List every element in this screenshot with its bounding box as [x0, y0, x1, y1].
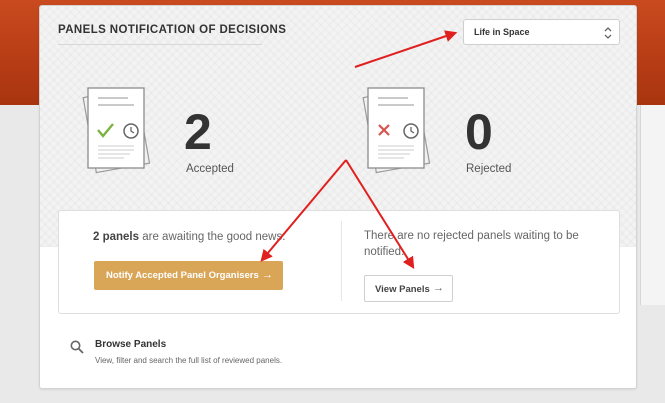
actions-panel: 2 panels are awaiting the good news. Not… — [58, 210, 620, 314]
rejected-count: 0 — [465, 104, 493, 160]
rejected-message: There are no rejected panels waiting to … — [364, 230, 579, 258]
accepted-label: Accepted — [186, 163, 234, 175]
arrow-right-icon: → — [433, 282, 444, 294]
browse-panels-description: View, filter and search the full list of… — [95, 356, 283, 365]
notify-accepted-button[interactable]: Notify Accepted Panel Organisers → — [94, 261, 283, 290]
actions-divider — [341, 221, 342, 301]
view-panels-button[interactable]: View Panels → — [364, 275, 453, 302]
side-panel-edge — [640, 105, 665, 305]
select-updown-icon — [604, 27, 612, 39]
notify-accepted-label: Notify Accepted Panel Organisers — [106, 270, 259, 281]
title-divider — [58, 44, 262, 45]
event-select[interactable]: Life in Space — [463, 19, 620, 45]
accepted-message: 2 panels are awaiting the good news. — [93, 229, 323, 245]
browse-panels-link[interactable]: Browse Panels View, filter and search th… — [70, 339, 370, 374]
arrow-right-icon: → — [262, 269, 273, 281]
view-panels-label: View Panels — [375, 284, 430, 295]
card-title: PANELS NOTIFICATION OF DECISIONS — [58, 24, 287, 36]
rejected-document-icon — [362, 87, 431, 174]
search-icon — [70, 340, 84, 354]
browse-panels-title: Browse Panels — [95, 339, 167, 350]
rejected-label: Rejected — [466, 163, 512, 175]
accepted-message-text: are awaiting the good news. — [139, 231, 286, 243]
accepted-message-count: 2 panels — [93, 231, 140, 243]
accepted-document-icon — [82, 87, 151, 174]
panels-notification-card: PANELS NOTIFICATION OF DECISIONS Life in… — [39, 5, 637, 389]
event-select-value: Life in Space — [474, 27, 530, 37]
accepted-count: 2 — [184, 104, 212, 160]
